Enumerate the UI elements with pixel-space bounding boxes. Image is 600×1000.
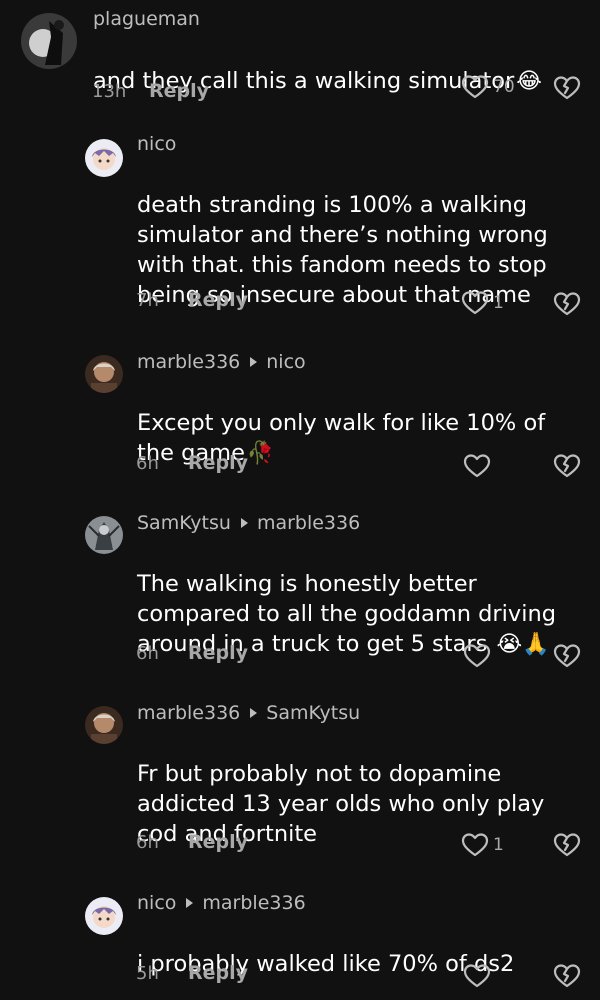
avatar[interactable] — [85, 355, 123, 393]
timestamp: 13h — [92, 81, 127, 102]
heart-icon — [461, 291, 489, 315]
broken-heart-icon — [553, 833, 581, 857]
reply-button[interactable]: Reply — [149, 80, 209, 102]
old-man-avatar-icon — [85, 706, 123, 744]
heart-icon — [461, 833, 489, 857]
dark-figure-avatar-icon — [21, 13, 77, 69]
broken-heart-icon — [553, 292, 581, 316]
username[interactable]: nico — [137, 133, 176, 155]
comment-username[interactable]: marble336 SamKytsu — [137, 702, 360, 724]
comment-username[interactable]: marble336 nico — [137, 351, 306, 373]
broken-heart-icon — [553, 454, 581, 478]
comment-item: SamKytsu marble336 The walking is honest… — [0, 506, 600, 686]
reply-button[interactable]: Reply — [188, 642, 248, 664]
avatar[interactable] — [85, 516, 123, 554]
timestamp: 5h — [136, 963, 159, 984]
like-button[interactable]: 1 — [461, 832, 504, 858]
dislike-button[interactable] — [553, 831, 581, 859]
username[interactable]: SamKytsu — [137, 512, 231, 534]
heart-icon — [461, 75, 489, 99]
username[interactable]: nico — [137, 892, 176, 914]
timestamp: 6h — [136, 453, 159, 474]
like-button[interactable]: 1 — [461, 290, 504, 316]
username[interactable]: marble336 — [137, 702, 240, 724]
like-button[interactable]: 70 — [461, 74, 515, 100]
comment-item: plagueman and they call this a walking s… — [0, 0, 600, 118]
comment-username[interactable]: nico — [137, 133, 176, 155]
heart-icon — [463, 964, 491, 988]
comment-item: nico death stranding is 100% a walking s… — [0, 130, 600, 330]
anime-girl-avatar-icon — [85, 897, 123, 935]
timestamp: 6h — [136, 832, 159, 853]
avatar[interactable] — [85, 139, 123, 177]
comment-username[interactable]: plagueman — [93, 8, 200, 30]
dislike-button[interactable] — [553, 290, 581, 318]
like-count: 1 — [493, 835, 504, 855]
broken-heart-icon — [553, 644, 581, 668]
heart-icon — [463, 644, 491, 668]
reply-to-username[interactable]: SamKytsu — [266, 702, 360, 724]
like-button[interactable] — [463, 643, 495, 669]
emoji: 😭🙏 — [496, 632, 550, 657]
like-button[interactable] — [463, 963, 495, 989]
reply-to-username[interactable]: marble336 — [257, 512, 360, 534]
like-count: 70 — [493, 77, 515, 97]
timestamp: 6h — [136, 643, 159, 664]
emoji: 🥀 — [246, 441, 275, 466]
comment-item: marble336 SamKytsu Fr but probably not t… — [0, 697, 600, 877]
reply-arrow-icon — [250, 357, 258, 367]
dislike-button[interactable] — [553, 74, 581, 102]
username[interactable]: marble336 — [137, 351, 240, 373]
broken-heart-icon — [553, 76, 581, 100]
dislike-button[interactable] — [553, 962, 581, 990]
reply-button[interactable]: Reply — [188, 962, 248, 984]
reply-button[interactable]: Reply — [188, 831, 248, 853]
reply-arrow-icon — [186, 898, 194, 908]
avatar[interactable] — [85, 897, 123, 935]
like-button[interactable] — [463, 453, 495, 479]
ghost-character-avatar-icon — [85, 516, 123, 554]
reply-arrow-icon — [240, 518, 248, 528]
reply-button[interactable]: Reply — [188, 289, 248, 311]
dislike-button[interactable] — [553, 642, 581, 670]
anime-girl-avatar-icon — [85, 139, 123, 177]
dislike-button[interactable] — [553, 452, 581, 480]
comment-username[interactable]: SamKytsu marble336 — [137, 512, 360, 534]
reply-to-username[interactable]: marble336 — [202, 892, 305, 914]
like-count: 1 — [493, 293, 504, 313]
reply-button[interactable]: Reply — [188, 452, 248, 474]
heart-icon — [463, 454, 491, 478]
username[interactable]: plagueman — [93, 8, 200, 30]
avatar[interactable] — [21, 13, 77, 69]
old-man-avatar-icon — [85, 355, 123, 393]
comment-item: marble336 nico Except you only walk for … — [0, 345, 600, 495]
reply-to-username[interactable]: nico — [266, 351, 305, 373]
comment-username[interactable]: nico marble336 — [137, 892, 306, 914]
avatar[interactable] — [85, 706, 123, 744]
timestamp: 7h — [136, 290, 159, 311]
comment-item: nico marble336 i probably walked like 70… — [0, 887, 600, 1000]
broken-heart-icon — [553, 964, 581, 988]
reply-arrow-icon — [250, 708, 258, 718]
comment-text: death stranding is 100% a walking simula… — [137, 160, 587, 310]
emoji: 😂 — [516, 69, 543, 94]
